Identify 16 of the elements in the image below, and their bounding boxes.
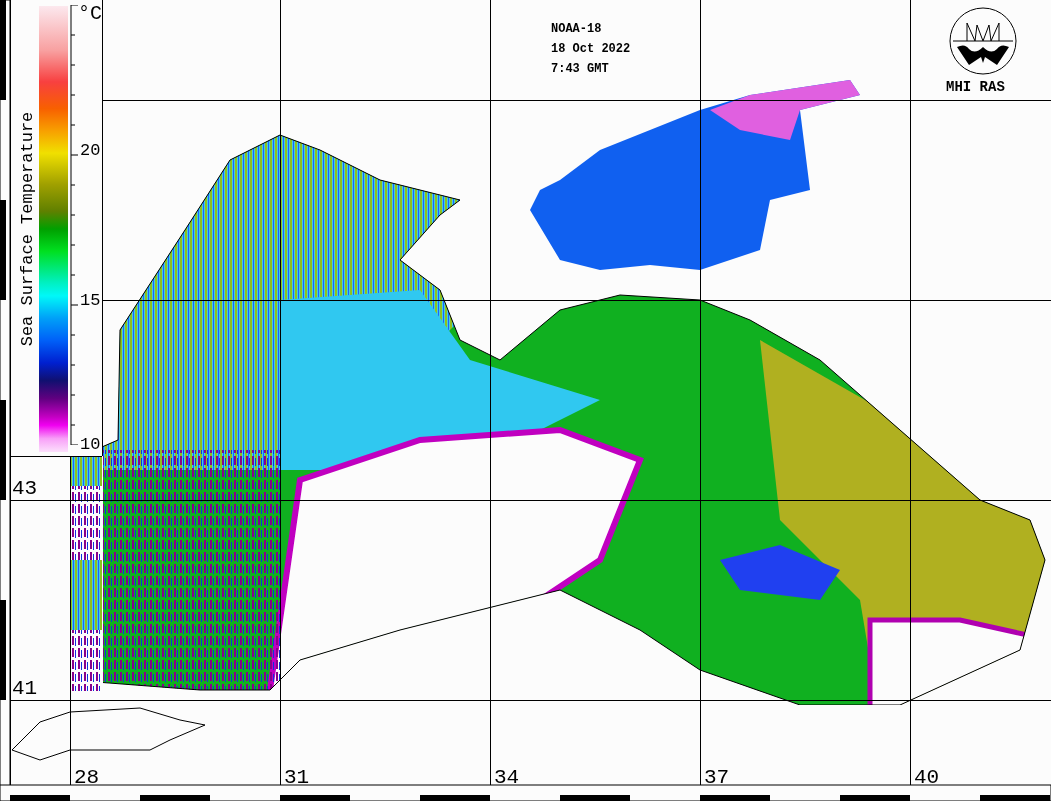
longitude-label: 37 [704, 767, 730, 788]
acquisition-time: 7:43 GMT [551, 63, 609, 75]
tick-label: 10 [80, 436, 101, 453]
unit-label: °C [78, 4, 102, 24]
acquisition-date: 18 Oct 2022 [551, 43, 631, 55]
satellite-name: NOAA-18 [551, 23, 602, 35]
longitude-label: 31 [284, 767, 310, 788]
longitude-label: 40 [914, 767, 940, 788]
colorbar-title: Sea Surface Temperature [18, 111, 36, 347]
latitude-label: 43 [12, 478, 38, 499]
longitude-label: 34 [494, 767, 520, 788]
tick-label: 20 [80, 142, 101, 159]
latitude-label: 41 [12, 678, 38, 699]
tick-label: 15 [80, 292, 101, 309]
logo-text: MHI RAS [946, 80, 1005, 94]
longitude-label: 28 [74, 767, 100, 788]
